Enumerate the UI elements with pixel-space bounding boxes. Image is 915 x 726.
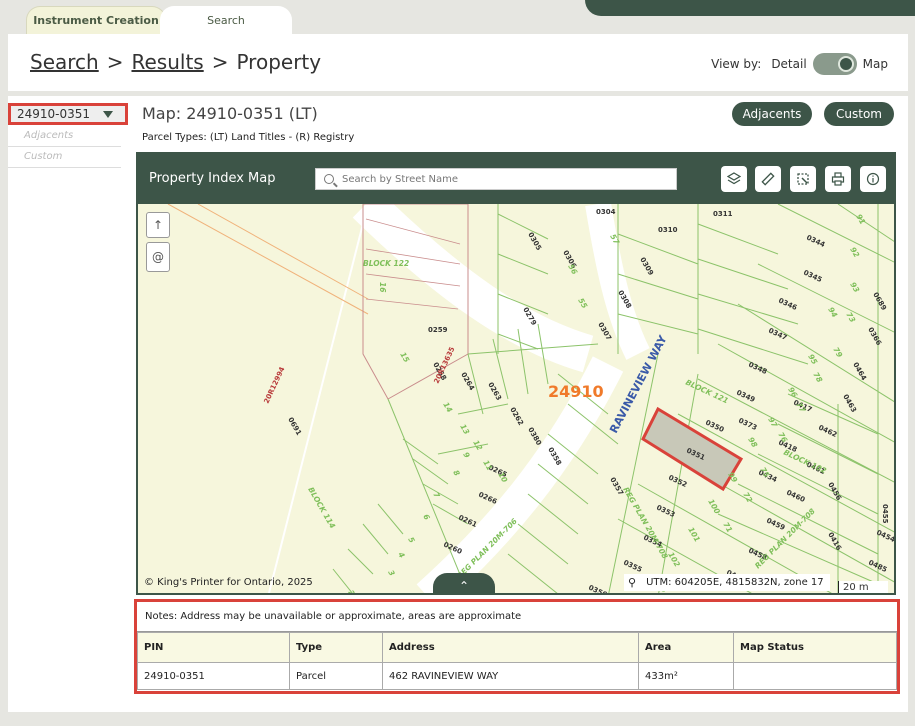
side-item-adjacents[interactable]: Adjacents: [8, 126, 121, 147]
map-block-number: 24910: [548, 382, 604, 401]
view-by-control: View by: Detail Map: [711, 53, 888, 75]
search-icon: [324, 174, 334, 184]
map-toolbar: Property Index Map Search by Street Name: [138, 154, 894, 204]
map-canvas[interactable]: 0304 0311 0310 0305 0306 0309 0308 0307 0279 0344…: [138, 190, 894, 593]
breadcrumb-separator: >: [106, 50, 124, 74]
map-toolbar-title: Property Index Map: [149, 171, 276, 186]
compass-icon[interactable]: ↑: [146, 212, 170, 238]
street-search-input[interactable]: Search by Street Name: [315, 168, 677, 190]
select-parcel-icon[interactable]: [790, 166, 816, 192]
location-pin-icon: ⚲: [628, 576, 637, 589]
cell-map-status: [733, 662, 897, 690]
cell-address: 462 RAVINEVIEW WAY: [382, 662, 639, 690]
cell-pin: 24910-0351: [137, 662, 290, 690]
chevron-up-icon: ⌃: [458, 579, 470, 593]
table-row[interactable]: 24910-0351 Parcel 462 RAVINEVIEW WAY 433…: [137, 662, 897, 690]
utm-readout: ⚲ UTM: 604205E, 4815832N, zone 17: [624, 574, 830, 591]
layers-icon[interactable]: [721, 166, 747, 192]
column-header-type[interactable]: Type: [289, 632, 383, 663]
plan-label: 16: [378, 282, 387, 292]
column-header-map-status[interactable]: Map Status: [733, 632, 897, 663]
parcel-map: 0304 0311031003050306 03090308030702790344…: [138, 190, 894, 593]
parcel-label: 0455: [881, 504, 889, 524]
header-ribbon: [585, 0, 915, 16]
expand-results-button[interactable]: ⌃: [433, 573, 495, 593]
parcel-label: 0311: [713, 210, 733, 218]
column-header-area[interactable]: Area: [638, 632, 734, 663]
breadcrumb-property: Property: [236, 50, 322, 74]
top-tab-bar: Instrument Creation Search: [0, 0, 915, 34]
scale-bar: 20 m: [838, 581, 888, 593]
view-map-label: Map: [862, 57, 888, 71]
chevron-down-icon: [103, 110, 113, 118]
info-icon[interactable]: [860, 166, 886, 192]
pin-dropdown[interactable]: 24910-0351: [8, 103, 128, 125]
view-by-label: View by:: [711, 57, 762, 71]
results-notes: Notes: Address may be unavailable or app…: [137, 602, 897, 632]
measure-icon[interactable]: [755, 166, 781, 192]
parcel-label: 0310: [658, 226, 678, 234]
column-header-pin[interactable]: PIN: [137, 632, 290, 663]
adjacents-button[interactable]: Adjacents: [732, 102, 812, 126]
results-table: PIN Type Address Area Map Status 24910-0…: [137, 632, 897, 690]
custom-button[interactable]: Custom: [824, 102, 894, 126]
results-table-panel: Notes: Address may be unavailable or app…: [134, 599, 900, 694]
parcel-label: 0304: [596, 208, 616, 216]
breadcrumb: Search > Results > Property: [30, 50, 321, 74]
tab-instrument-creation[interactable]: Instrument Creation: [26, 6, 166, 34]
pin-dropdown-value: 24910-0351: [17, 107, 91, 121]
map-copyright: © King's Printer for Ontario, 2025: [144, 577, 313, 588]
breadcrumb-search[interactable]: Search: [30, 50, 99, 74]
property-index-map: Property Index Map Search by Street Name: [136, 152, 896, 595]
plan-label: BLOCK 122: [363, 259, 409, 268]
parcel-label: 0259: [428, 326, 448, 334]
parcel-types: Parcel Types: (LT) Land Titles - (R) Reg…: [142, 132, 355, 143]
view-toggle[interactable]: [812, 53, 857, 75]
cell-area: 433m²: [638, 662, 734, 690]
header-panel: Search > Results > Property View by: Detail …: [8, 34, 908, 91]
side-list: Adjacents Custom: [8, 126, 121, 168]
toggle-knob: [837, 56, 854, 72]
main-panel: 24910-0351 Adjacents Custom Map: 24910-0…: [8, 96, 908, 712]
locate-icon[interactable]: @: [146, 242, 170, 272]
map-title: Map: 24910-0351 (LT): [142, 104, 318, 123]
cell-type: Parcel: [289, 662, 383, 690]
side-item-custom[interactable]: Custom: [8, 147, 121, 168]
breadcrumb-results[interactable]: Results: [131, 50, 203, 74]
breadcrumb-separator: >: [211, 50, 229, 74]
print-icon[interactable]: [825, 166, 851, 192]
column-header-address[interactable]: Address: [382, 632, 639, 663]
utm-text: UTM: 604205E, 4815832N, zone 17: [646, 577, 824, 588]
tab-search[interactable]: Search: [160, 6, 292, 34]
view-detail-label: Detail: [771, 57, 807, 71]
street-search-placeholder: Search by Street Name: [342, 173, 459, 185]
